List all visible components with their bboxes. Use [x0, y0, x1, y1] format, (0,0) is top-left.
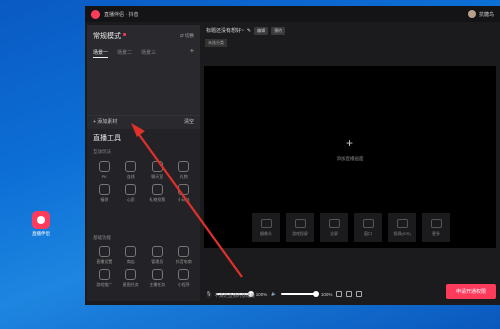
- source-window-button[interactable]: 窗口: [354, 213, 382, 242]
- tab-scene-2[interactable]: 场景二: [117, 49, 132, 58]
- subscribe-tag[interactable]: 预约: [271, 26, 286, 35]
- app-logo-icon: [32, 211, 50, 229]
- vote-icon: [151, 184, 163, 195]
- mini-program-icon: [178, 269, 190, 280]
- tool-mini-game[interactable]: 小玩法: [171, 184, 198, 203]
- monitor-icon: [328, 218, 340, 228]
- quick-sources: 摄像头 游戏投屏 全屏 窗口 投屏(iOS) 更多: [252, 213, 450, 242]
- add-source-icon[interactable]: +: [346, 136, 353, 150]
- tools-title: 直播工具: [93, 135, 121, 142]
- scene-panel: 常规模式 ⇄ 切换 场景一 场景二 场景三 + + 添加素材 清空: [87, 25, 200, 129]
- tool-live-settings[interactable]: 直播设置: [91, 246, 118, 265]
- tool-admin[interactable]: 管理员: [144, 246, 171, 265]
- left-panel: 常规模式 ⇄ 切换 场景一 场景二 场景三 + + 添加素材 清空 直播工具 互…: [87, 25, 200, 301]
- tool-mini-program[interactable]: 小程序: [171, 269, 198, 288]
- bag-icon: [98, 184, 110, 195]
- gift-icon: [178, 161, 190, 172]
- stream-title-bar: 标题还没有想好~ ✎ 编辑 预约: [202, 25, 498, 36]
- interaction-group-label: 互动玩法: [93, 149, 111, 154]
- camera-icon: [260, 218, 272, 228]
- task-icon: [151, 269, 163, 280]
- pk-icon: [98, 161, 110, 172]
- desktop-app-icon[interactable]: 直播伴侣: [30, 211, 52, 237]
- main-area: 标题还没有想好~ ✎ 编辑 预约 未选分类 + 添加直播画面 摄像头 游戏投屏 …: [202, 25, 498, 301]
- window-icon: [362, 218, 374, 228]
- cart-icon: [178, 246, 190, 257]
- tool-shop[interactable]: 商店: [118, 246, 145, 265]
- notification-dot: [123, 32, 126, 36]
- tool-star-tasks[interactable]: 星图任务: [118, 269, 145, 288]
- scene-tabs: 场景一 场景二 场景三 +: [87, 41, 200, 58]
- star-icon: [125, 269, 137, 280]
- stream-title[interactable]: 标题还没有想好~: [206, 27, 244, 34]
- window-title: 直播伴侣 · 抖音: [104, 11, 139, 18]
- app-logo-icon: [91, 9, 100, 19]
- status-bar: ⓘ 不满足直播的基础能: [202, 291, 498, 301]
- settings-icon: [98, 246, 110, 257]
- avatar[interactable]: [467, 10, 476, 18]
- source-camera-button[interactable]: 摄像头: [252, 213, 280, 242]
- source-more-button[interactable]: 更多: [422, 213, 450, 242]
- tool-game-promo[interactable]: 游戏推广: [91, 269, 118, 288]
- canvas-hint: 添加直播画面: [336, 156, 364, 161]
- source-ios-button[interactable]: 投屏(iOS): [388, 213, 416, 242]
- preview-canvas[interactable]: + 添加直播画面 摄像头 游戏投屏 全屏 窗口 投屏(iOS) 更多: [204, 66, 496, 248]
- tool-connect[interactable]: 连线: [118, 161, 145, 180]
- add-scene-icon[interactable]: +: [190, 48, 194, 58]
- switch-mode-button[interactable]: ⇄ 切换: [180, 33, 194, 39]
- tool-pk[interactable]: PK: [91, 161, 118, 180]
- edit-pencil-icon[interactable]: ✎: [247, 28, 251, 34]
- basic-tools: 直播设置 商店 管理员 抖音电商 游戏推广 星图任务 主播任务 小程序: [91, 246, 197, 288]
- game-icon: [178, 184, 190, 195]
- more-icon: [430, 218, 442, 228]
- clear-button[interactable]: 清空: [184, 118, 194, 125]
- basic-group-label: 基础功能: [93, 235, 111, 240]
- title-bar: 直播伴侣 · 抖音 抗糖鸟: [85, 6, 500, 22]
- admin-icon: [151, 246, 163, 257]
- status-text: 不满足直播的基础能: [214, 293, 256, 298]
- category-tag[interactable]: 未选分类: [205, 39, 227, 47]
- add-material-button[interactable]: + 添加素材: [93, 118, 117, 125]
- shop-icon: [125, 246, 137, 257]
- gamepad-icon: [294, 218, 306, 228]
- edit-tag[interactable]: 编辑: [254, 26, 269, 35]
- tool-gift[interactable]: 礼物: [171, 161, 198, 180]
- source-game-button[interactable]: 游戏投屏: [286, 213, 314, 242]
- apple-icon: [396, 218, 408, 228]
- tool-gift-vote[interactable]: 礼物投票: [144, 184, 171, 203]
- interaction-tools: PK 连线 聊天室 礼物 福袋 心愿 礼物投票 小玩法: [91, 161, 197, 203]
- material-row: + 添加素材 清空: [87, 115, 200, 127]
- tab-scene-3[interactable]: 场景三: [141, 49, 156, 58]
- source-fullscreen-button[interactable]: 全屏: [320, 213, 348, 242]
- tool-wish[interactable]: 心愿: [118, 184, 145, 203]
- tool-ecommerce[interactable]: 抖音电商: [171, 246, 198, 265]
- tool-chatroom[interactable]: 聊天室: [144, 161, 171, 180]
- tool-lucky-bag[interactable]: 福袋: [91, 184, 118, 203]
- heart-icon: [125, 184, 137, 195]
- link-icon: [125, 161, 137, 172]
- username[interactable]: 抗糖鸟: [479, 11, 494, 18]
- tool-anchor-tasks[interactable]: 主播任务: [144, 269, 171, 288]
- tab-scene-1[interactable]: 场景一: [93, 49, 109, 58]
- app-window: 直播伴侣 · 抖音 抗糖鸟 常规模式 ⇄ 切换 场景一 场景二 场景三 + + …: [85, 6, 500, 305]
- desktop-icon-label: 直播伴侣: [32, 231, 50, 236]
- gamepad-icon: [98, 269, 110, 280]
- mode-title: 常规模式: [93, 33, 121, 40]
- chat-icon: [151, 161, 163, 172]
- info-icon: ⓘ: [207, 293, 212, 298]
